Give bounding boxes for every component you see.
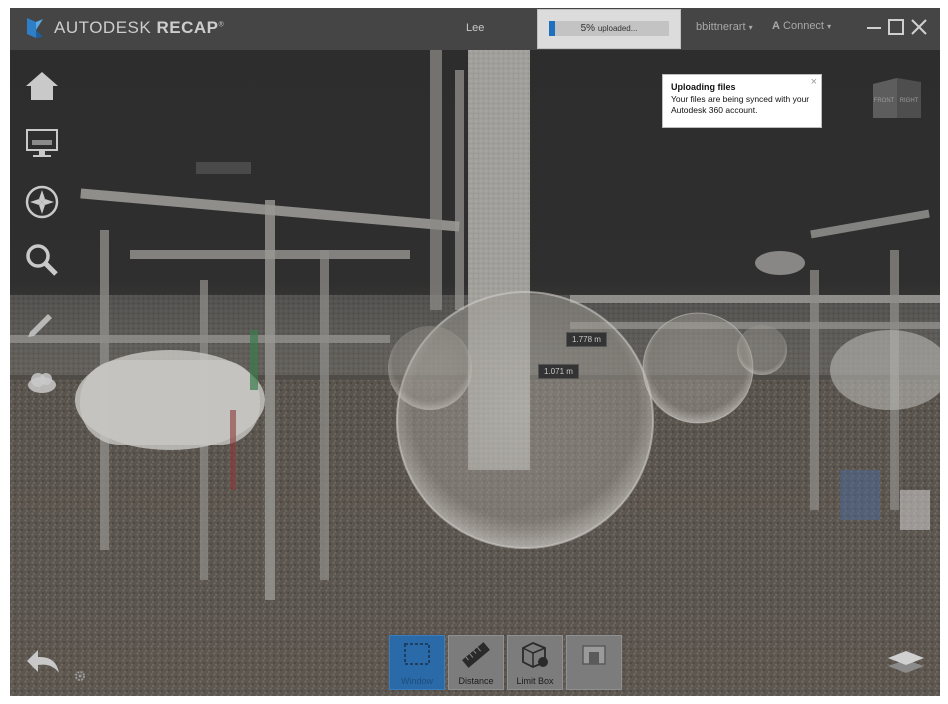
compass-icon[interactable] xyxy=(24,184,60,220)
tool-label: Window xyxy=(400,676,433,686)
trademark: ® xyxy=(218,21,225,29)
pencil-icon[interactable] xyxy=(24,304,60,340)
minimize-button[interactable] xyxy=(864,17,884,37)
chevron-down-icon: ▾ xyxy=(748,23,753,32)
app-window: AUTODESK RECAP® Lee 5% uploaded... bbitt… xyxy=(10,8,940,696)
point-cloud-scene xyxy=(10,50,940,696)
autodesk-logo-icon xyxy=(27,18,43,38)
clip-icon xyxy=(582,645,606,665)
connect-menu[interactable]: A Connect ▾ xyxy=(772,20,831,32)
tool-label: Limit Box xyxy=(516,676,554,686)
connect-label: Connect xyxy=(783,20,824,32)
gear-icon[interactable] xyxy=(74,670,86,682)
account-name: bbittnerart xyxy=(696,21,746,33)
back-arrow-icon[interactable] xyxy=(24,646,62,676)
ruler-icon xyxy=(462,642,490,668)
limit-box-tool-button[interactable]: Limit Box xyxy=(507,635,563,690)
product-name: RECAP xyxy=(156,18,219,37)
view-cube[interactable]: FRONT RIGHT xyxy=(871,72,923,124)
measurement-label: 1.071 m xyxy=(538,364,579,379)
svg-text:FRONT: FRONT xyxy=(874,98,895,104)
layers-icon[interactable] xyxy=(886,648,926,674)
limit-box-icon xyxy=(522,642,548,668)
account-menu[interactable]: bbittnerart ▾ xyxy=(696,21,753,33)
upload-suffix: uploaded... xyxy=(597,24,638,33)
document-user: Lee xyxy=(466,22,485,34)
display-icon[interactable] xyxy=(24,126,60,162)
upload-progress-text: 5% uploaded... xyxy=(549,21,669,36)
brand-name: AUTODESK xyxy=(54,18,152,37)
window-select-icon xyxy=(404,643,430,665)
notification-body: Your files are being synced with your Au… xyxy=(671,94,810,115)
chevron-down-icon: ▾ xyxy=(827,22,832,31)
svg-text:RIGHT: RIGHT xyxy=(900,98,919,104)
search-icon[interactable] xyxy=(24,242,60,278)
upload-progress[interactable]: 5% uploaded... xyxy=(537,9,681,49)
brand: AUTODESK RECAP® xyxy=(24,16,224,40)
distance-tool-button[interactable]: Distance xyxy=(448,635,504,690)
upload-progress-track: 5% uploaded... xyxy=(549,21,669,36)
measurement-label: 1.778 m xyxy=(566,332,607,347)
home-icon[interactable] xyxy=(24,68,60,104)
a360-icon: A xyxy=(772,20,780,32)
upload-notification: × Uploading files Your files are being s… xyxy=(662,74,822,128)
maximize-button[interactable] xyxy=(886,17,906,37)
clip-tool-button[interactable] xyxy=(566,635,622,690)
title-bar: AUTODESK RECAP® Lee 5% uploaded... bbitt… xyxy=(10,8,940,50)
close-icon[interactable]: × xyxy=(811,76,817,88)
close-button[interactable] xyxy=(909,17,929,37)
notification-title: Uploading files xyxy=(671,82,736,92)
window-tool-button[interactable]: Window xyxy=(389,635,445,690)
app-title: AUTODESK RECAP® xyxy=(54,18,224,38)
upload-percent: 5% xyxy=(580,23,596,34)
cloud-icon[interactable] xyxy=(24,364,60,400)
point-cloud-viewport[interactable]: FRONT RIGHT 1.778 m 1.071 m × Uploading … xyxy=(10,50,940,696)
tool-label: Distance xyxy=(458,676,494,686)
